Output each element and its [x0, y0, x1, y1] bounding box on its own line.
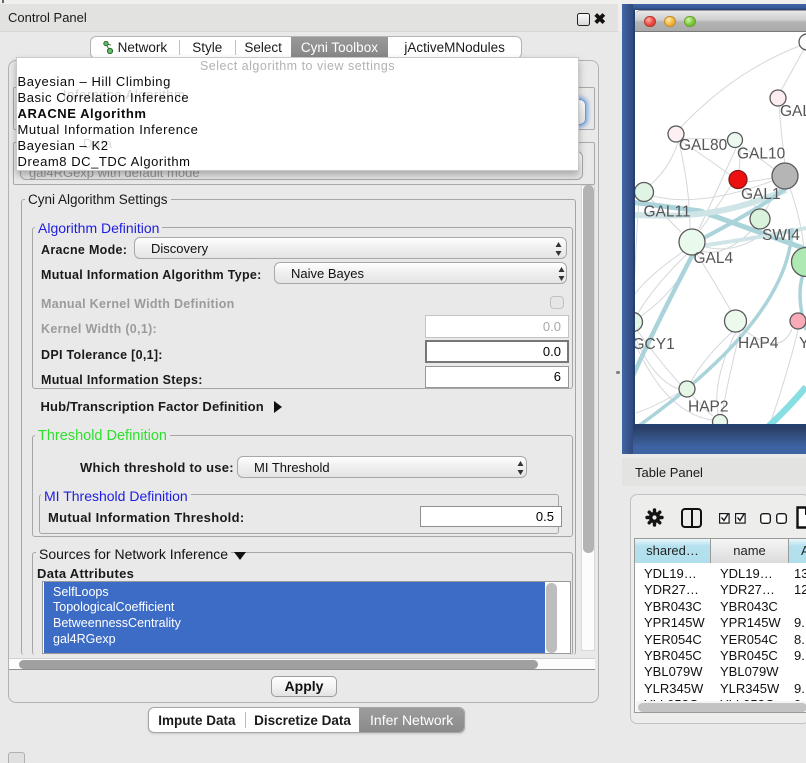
svg-text:HAP4: HAP4	[738, 335, 779, 352]
svg-text:GCY1: GCY1	[635, 336, 675, 353]
svg-text:GAL80: GAL80	[679, 137, 728, 154]
svg-text:GAL4: GAL4	[694, 250, 734, 267]
svg-text:GAL1: GAL1	[741, 186, 781, 203]
svg-text:Y: Y	[799, 335, 806, 352]
svg-text:SWI4: SWI4	[762, 227, 800, 244]
svg-text:GAL10: GAL10	[737, 146, 786, 163]
svg-text:GAL11: GAL11	[644, 204, 691, 221]
svg-text:HAP2: HAP2	[688, 399, 729, 416]
svg-text:GAL: GAL	[780, 103, 806, 120]
